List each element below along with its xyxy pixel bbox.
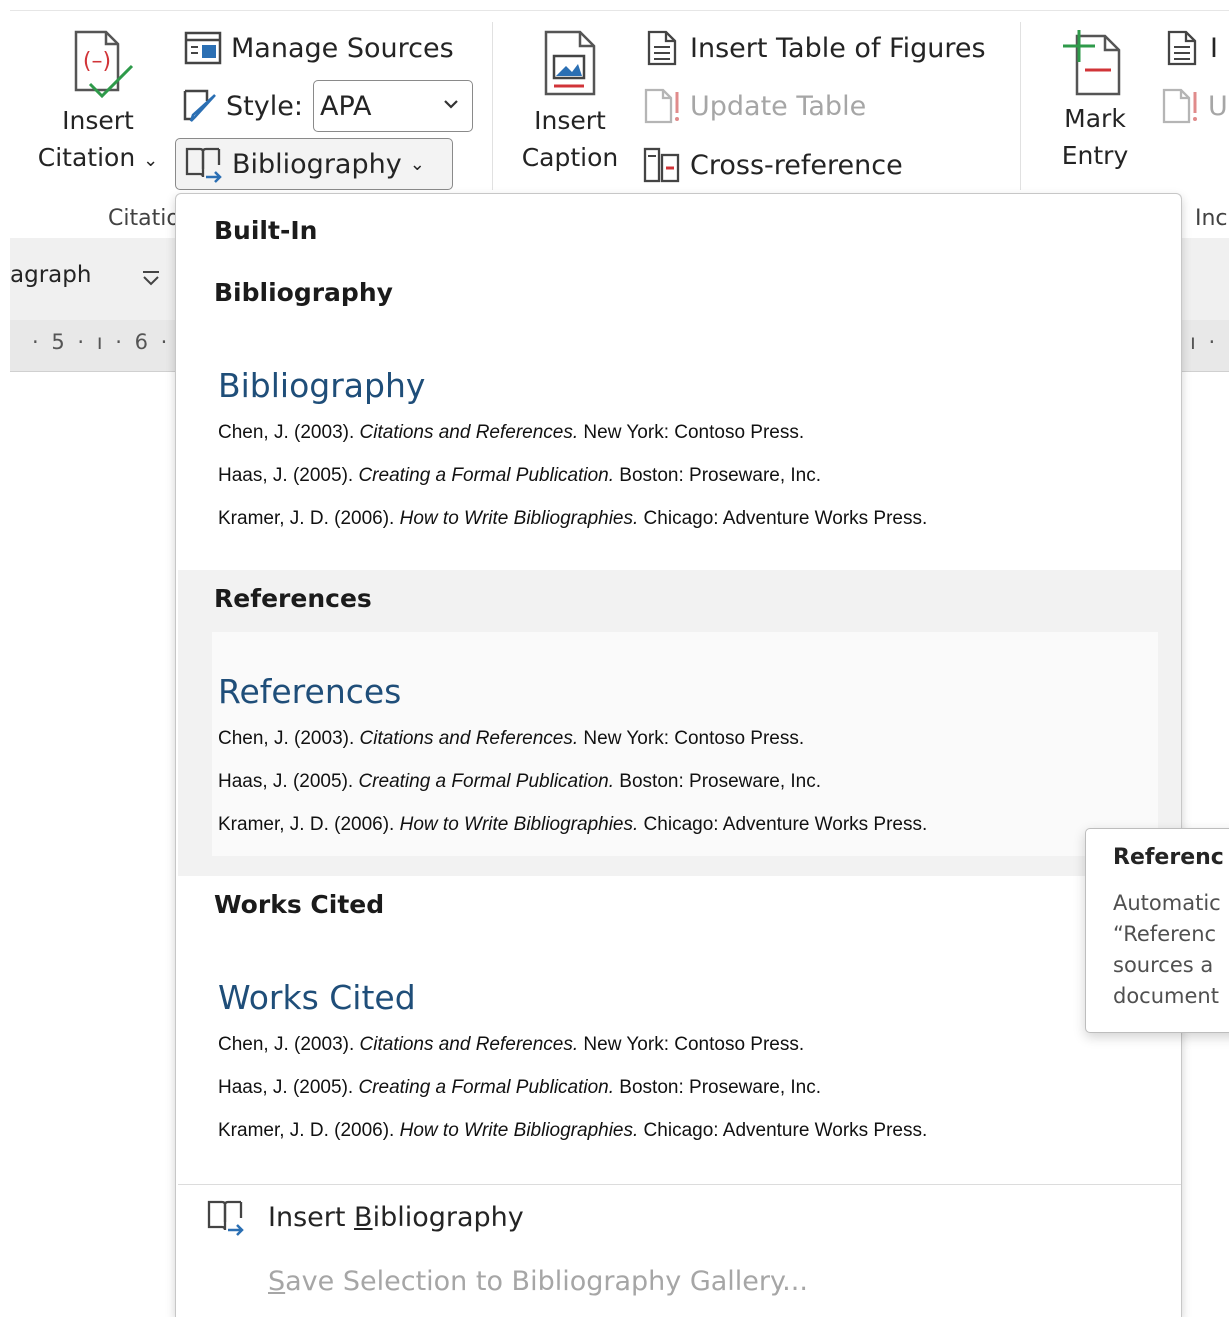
- insert-citation-button[interactable]: (–) Insert Citation ⌄: [28, 28, 168, 179]
- svg-text:(–): (–): [83, 49, 111, 74]
- bibliography-book-icon: [184, 145, 224, 183]
- gallery-footer-divider: [178, 1184, 1181, 1185]
- references-preview-title: References: [218, 672, 402, 711]
- insert-bibliography-menu-item[interactable]: Insert Bibliography: [206, 1198, 524, 1236]
- mark-entry-label-2: Entry: [1061, 141, 1129, 170]
- preview-entry: Kramer, J. D. (2006). How to Write Bibli…: [218, 814, 928, 835]
- update-table-label: Update Table: [690, 90, 867, 122]
- built-in-heading: Built-In: [214, 216, 318, 245]
- insert-table-of-figures-label: Insert Table of Figures: [690, 32, 986, 64]
- preview-entry: Haas, J. (2005). Creating a Formal Publi…: [218, 465, 822, 486]
- bibliography-gallery: Built-In Bibliography Bibliography Chen,…: [175, 193, 1182, 1317]
- preview-entry: Chen, J. (2003). Citations and Reference…: [218, 1034, 805, 1055]
- update-index-icon: [1160, 86, 1200, 126]
- preview-entry: Chen, J. (2003). Citations and Reference…: [218, 728, 805, 749]
- insert-citation-icon: (–): [74, 30, 134, 99]
- update-table-button[interactable]: Update Table: [642, 86, 866, 126]
- preview-entry: Chen, J. (2003). Citations and Reference…: [218, 422, 805, 443]
- cross-reference-icon: [642, 145, 682, 185]
- tooltip-title: Referenc: [1113, 845, 1224, 870]
- update-index-button[interactable]: U: [1160, 86, 1228, 126]
- index-group-label: Inc: [1195, 206, 1228, 231]
- style-label: Style:: [226, 90, 303, 122]
- chevron-down-icon: ⌄: [143, 150, 159, 171]
- gallery-item-bibliography[interactable]: Bibliography Chen, J. (2003). Citations …: [214, 354, 1158, 544]
- mark-entry-icon: [1063, 30, 1121, 96]
- ribbon-separator: [492, 22, 493, 190]
- insert-index-button[interactable]: I: [1162, 28, 1218, 68]
- bibliography-book-icon: [206, 1198, 246, 1236]
- gallery-item-label-works-cited: Works Cited: [214, 890, 385, 919]
- insert-index-label: I: [1210, 32, 1218, 64]
- save-selection-label: Save Selection to Bibliography Gallery..…: [268, 1266, 808, 1297]
- citations-group-label: Citatio: [108, 206, 180, 231]
- bibliography-button[interactable]: Bibliography ⌄: [175, 138, 453, 190]
- style-label-row: Style:: [180, 86, 303, 126]
- tooltip-line: sources a: [1113, 953, 1214, 977]
- insert-table-of-figures-button[interactable]: Insert Table of Figures: [642, 28, 986, 68]
- insert-caption-button[interactable]: Insert Caption: [510, 28, 630, 176]
- chevron-down-icon: ⌄: [409, 153, 425, 175]
- launcher-icon[interactable]: [140, 268, 162, 290]
- ruler-ticks-left: · 5 · ı · 6 ·: [32, 330, 171, 354]
- table-of-figures-icon: [642, 28, 682, 68]
- ribbon-top-border: [10, 10, 1229, 11]
- cross-reference-button[interactable]: Cross-reference: [642, 145, 903, 185]
- preview-entry: Haas, J. (2005). Creating a Formal Publi…: [218, 1077, 822, 1098]
- insert-citation-label-1: Insert: [62, 106, 134, 135]
- tooltip-line: “Referenc: [1113, 922, 1217, 946]
- tooltip-line: Automatic: [1113, 891, 1221, 915]
- insert-caption-label-1: Insert: [534, 106, 606, 135]
- mark-entry-button[interactable]: Mark Entry: [1040, 26, 1150, 174]
- ribbon-separator: [1020, 22, 1021, 190]
- ruler-ticks-right: ı ·: [1190, 330, 1219, 354]
- update-table-icon: [642, 86, 682, 126]
- manage-sources-icon: [183, 28, 223, 68]
- manage-sources-button[interactable]: Manage Sources: [183, 28, 454, 68]
- update-index-label: U: [1208, 90, 1228, 122]
- preview-entry: Kramer, J. D. (2006). How to Write Bibli…: [218, 1120, 928, 1141]
- insert-caption-icon: [544, 30, 596, 96]
- gallery-item-references[interactable]: References Chen, J. (2003). Citations an…: [214, 660, 1158, 850]
- mark-entry-label-1: Mark: [1064, 104, 1126, 133]
- insert-caption-label-2: Caption: [521, 143, 619, 172]
- cross-reference-label: Cross-reference: [690, 149, 903, 181]
- preview-entry: Kramer, J. D. (2006). How to Write Bibli…: [218, 508, 928, 529]
- insert-citation-label-2: Citation ⌄: [37, 143, 159, 172]
- tooltip-line: document: [1113, 984, 1219, 1008]
- bibliography-preview-title: Bibliography: [218, 366, 426, 405]
- manage-sources-label: Manage Sources: [231, 32, 454, 64]
- paragraph-group-fragment: agraph: [10, 262, 92, 288]
- style-dropdown-value: APA: [320, 90, 372, 122]
- works-cited-preview-title: Works Cited: [218, 978, 416, 1017]
- insert-index-icon: [1162, 28, 1202, 68]
- references-tooltip: Referenc Automatic “Referenc sources a d…: [1085, 828, 1229, 1033]
- style-brush-icon: [180, 86, 220, 126]
- gallery-item-label-references: References: [214, 584, 372, 613]
- gallery-item-label-bibliography: Bibliography: [214, 278, 393, 307]
- insert-bibliography-label: Insert Bibliography: [268, 1201, 524, 1233]
- style-dropdown[interactable]: APA: [313, 80, 473, 132]
- bibliography-label: Bibliography: [232, 148, 402, 180]
- preview-entry: Haas, J. (2005). Creating a Formal Publi…: [218, 771, 822, 792]
- chevron-down-icon: [444, 100, 458, 109]
- gallery-item-works-cited[interactable]: Works Cited Chen, J. (2003). Citations a…: [214, 966, 1158, 1156]
- save-selection-menu-item[interactable]: Save Selection to Bibliography Gallery..…: [268, 1266, 808, 1297]
